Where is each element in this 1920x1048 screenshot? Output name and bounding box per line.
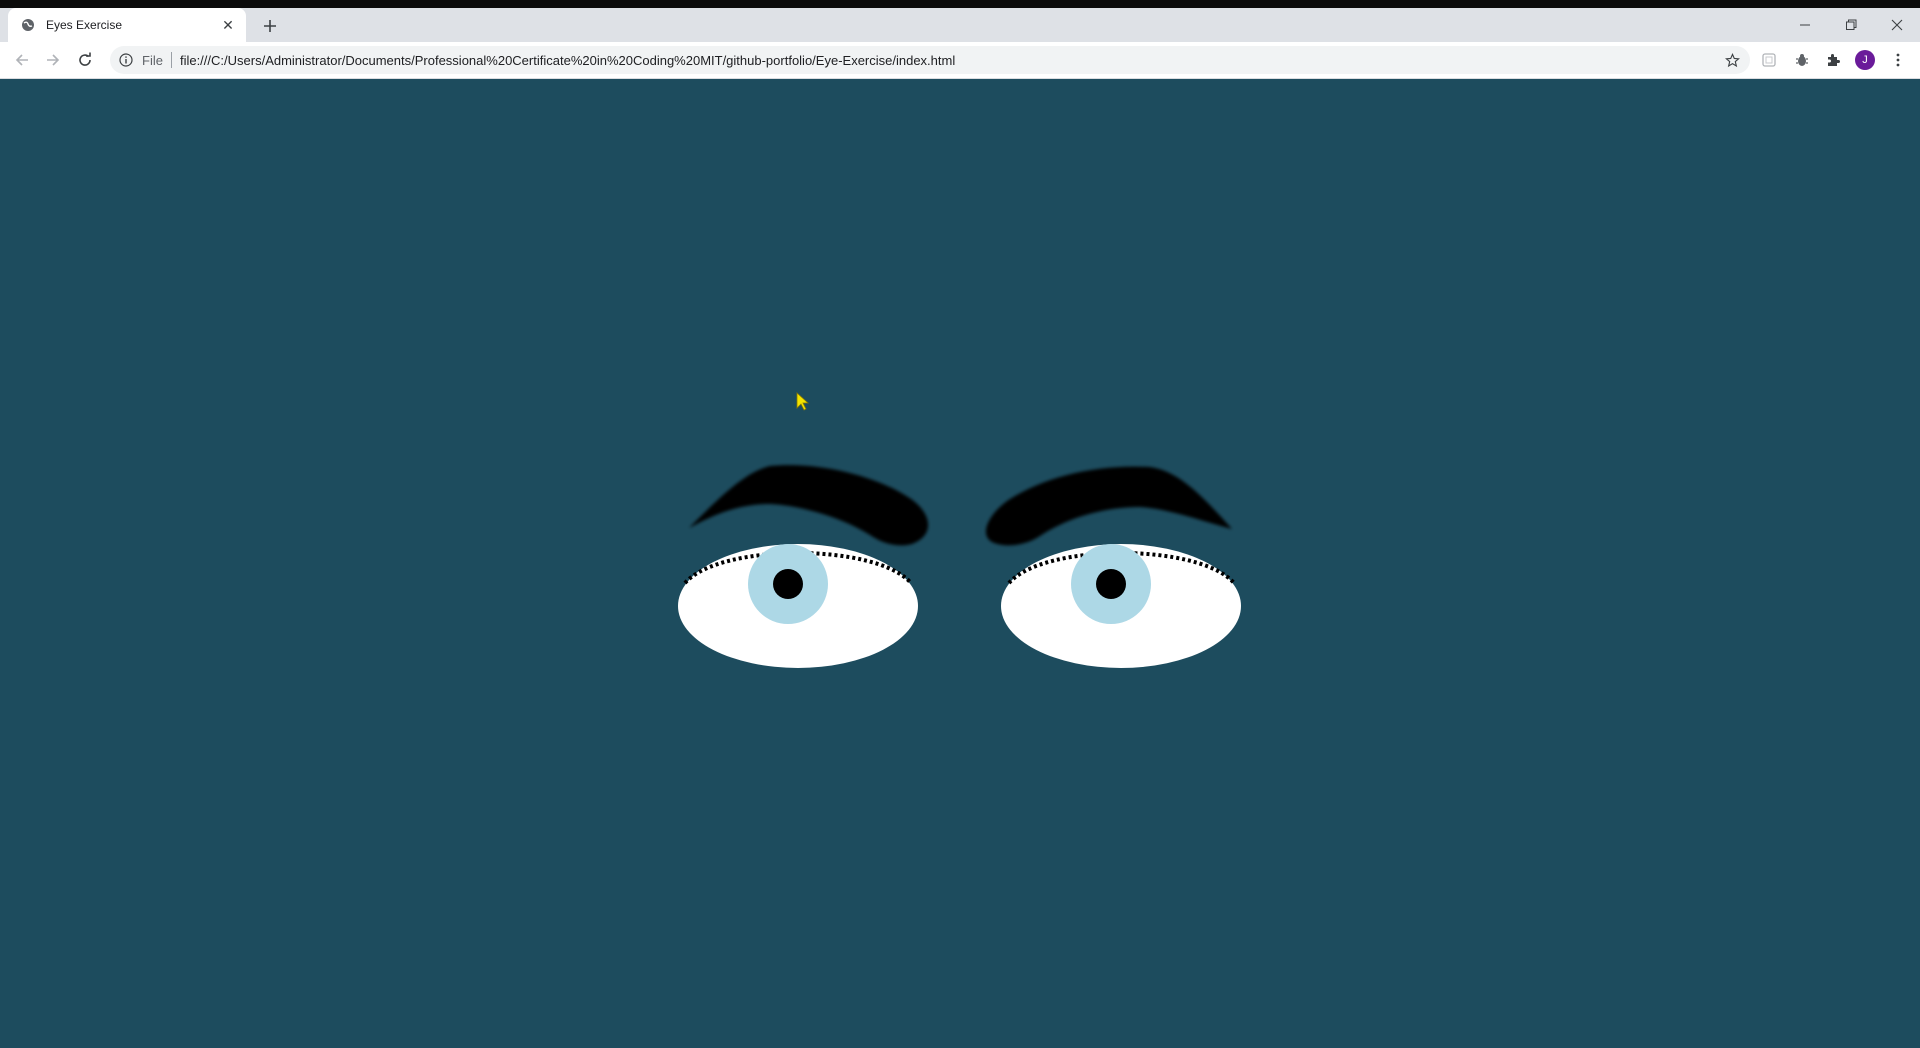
star-icon[interactable]: [1724, 52, 1740, 68]
info-icon[interactable]: [118, 52, 134, 68]
tab-eyes-exercise[interactable]: Eyes Exercise ✕: [8, 8, 246, 42]
reload-button[interactable]: [73, 48, 97, 72]
arrow-right-icon: [47, 54, 60, 66]
restore-icon[interactable]: [1828, 8, 1874, 42]
left-pupil: [773, 569, 803, 599]
address-separator: [170, 52, 172, 68]
extension-square-icon[interactable]: [1757, 48, 1781, 72]
eyes-canvas: [678, 465, 1241, 668]
reload-icon: [79, 52, 91, 66]
scheme-label: File: [142, 52, 163, 68]
minimize-icon[interactable]: [1782, 8, 1828, 42]
tab-title: Eyes Exercise: [46, 18, 123, 32]
profile-avatar-button[interactable]: J: [1853, 48, 1877, 72]
avatar: J: [1855, 50, 1875, 70]
left-eyebrow: [689, 465, 929, 546]
page-content[interactable]: [0, 79, 1920, 1048]
tab-strip: Eyes Exercise ✕: [0, 8, 1920, 42]
right-eyebrow: [985, 466, 1232, 546]
puzzle-icon[interactable]: [1821, 48, 1845, 72]
back-button[interactable]: [10, 48, 34, 72]
url-text[interactable]: file:///C:/Users/Administrator/Documents…: [180, 53, 955, 68]
right-pupil: [1096, 569, 1126, 599]
window-frame-top: [0, 0, 1920, 8]
globe-icon: [20, 17, 36, 33]
kebab-menu-icon[interactable]: [1886, 48, 1910, 72]
left-eye: [678, 544, 918, 668]
address-bar[interactable]: File file:///C:/Users/Administrator/Docu…: [110, 46, 1750, 74]
bug-extension-icon[interactable]: [1790, 48, 1814, 72]
mouse-cursor-icon: [796, 392, 810, 411]
right-eye: [1001, 544, 1241, 668]
close-window-icon[interactable]: [1874, 8, 1920, 42]
arrow-left-icon: [15, 54, 28, 66]
plus-icon[interactable]: [258, 14, 282, 38]
browser-toolbar: File file:///C:/Users/Administrator/Docu…: [0, 42, 1920, 79]
close-tab-icon[interactable]: ✕: [220, 17, 236, 33]
forward-button[interactable]: [41, 48, 65, 72]
